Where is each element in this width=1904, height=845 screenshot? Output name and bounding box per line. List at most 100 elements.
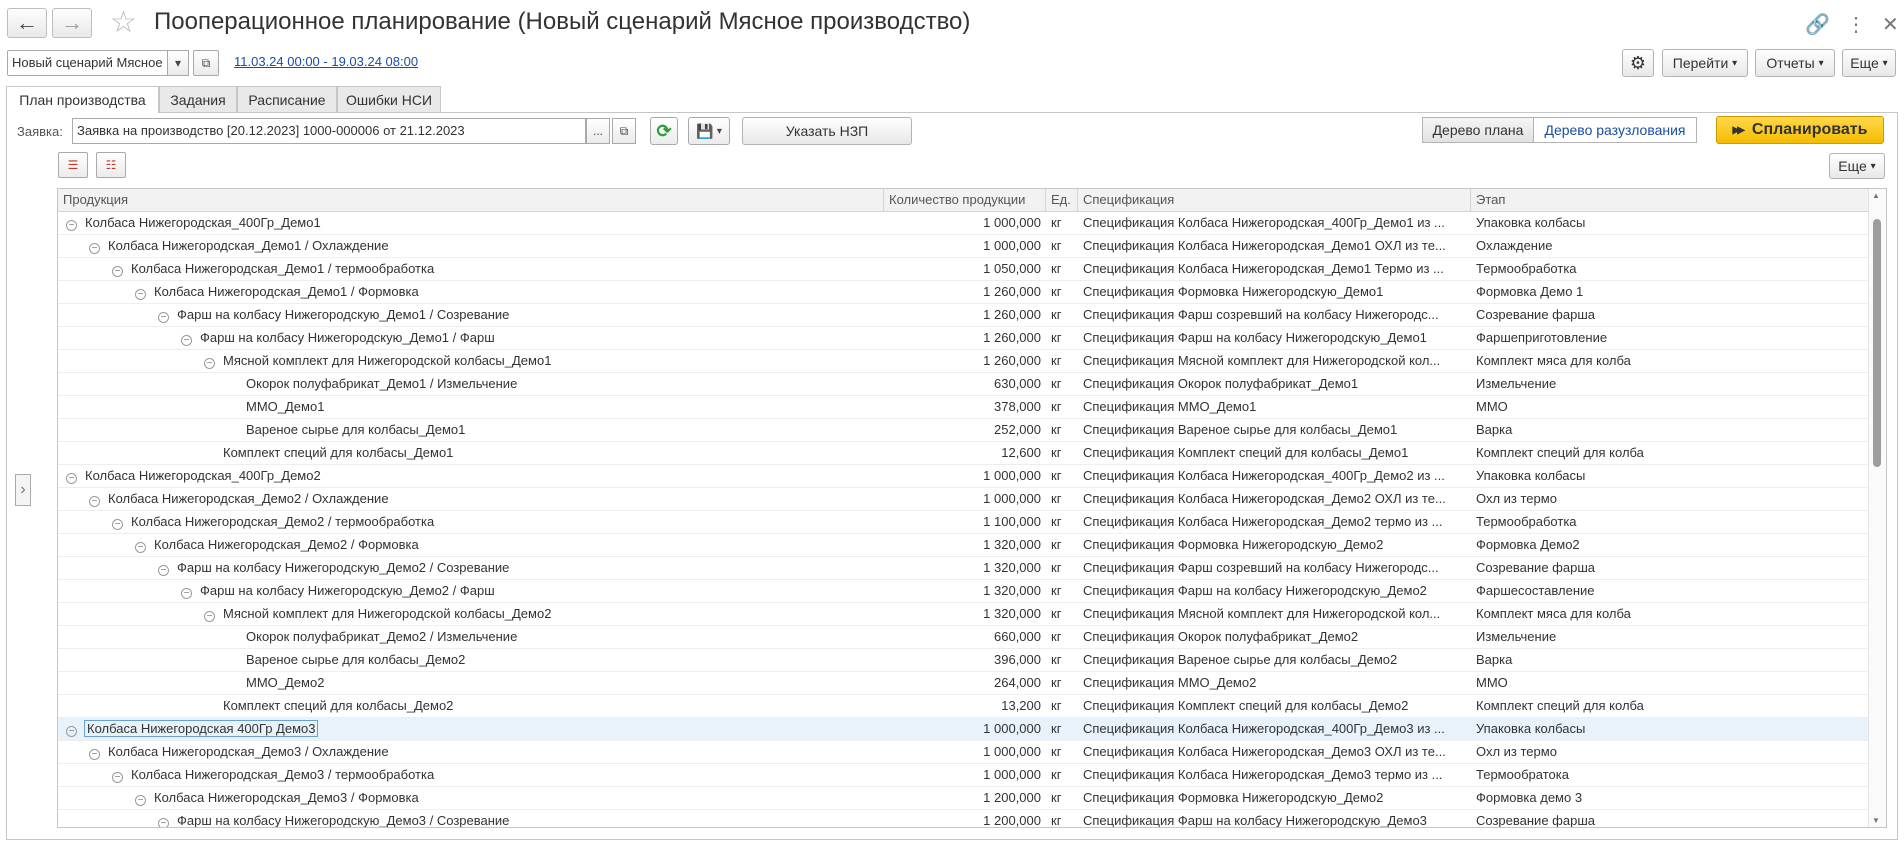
save-menu-button[interactable]: 💾 ▾ <box>688 117 730 145</box>
collapse-node-icon[interactable]: − <box>112 772 123 783</box>
table-row[interactable]: ММО_Демо1 378,000 кг Спецификация ММО_Демо1… <box>58 396 1870 419</box>
cell-stage[interactable]: Формовка Демо 1 <box>1471 281 1870 303</box>
cell-unit[interactable]: кг <box>1046 350 1078 372</box>
cell-product[interactable]: Вареное сырье для колбасы_Демо2 <box>58 649 884 671</box>
collapse-node-icon[interactable]: − <box>89 243 100 254</box>
collapse-node-icon[interactable]: − <box>158 565 169 576</box>
table-row[interactable]: Вареное сырье для колбасы_Демо1 252,000 кг… <box>58 419 1870 442</box>
table-row[interactable]: − Колбаса Нижегородская_400Гр_Демо1 1 000,… <box>58 212 1870 235</box>
cell-quantity[interactable]: 1 260,000 <box>884 304 1046 326</box>
cell-stage[interactable]: Фаршесоставление <box>1471 580 1870 602</box>
table-row[interactable]: − Колбаса Нижегородская_400Гр_Демо2 1 000,… <box>58 465 1870 488</box>
cell-stage[interactable]: Охл из термо <box>1471 741 1870 763</box>
cell-specification[interactable]: Спецификация Колбаса Нижегородская_Демо2… <box>1078 488 1471 510</box>
cell-stage[interactable]: Варка <box>1471 419 1870 441</box>
table-row[interactable]: − Колбаса Нижегородская 400Гр Демо3 1 000,… <box>58 718 1870 741</box>
cell-product[interactable]: − Колбаса Нижегородская_Демо3 / термообра… <box>58 764 884 786</box>
vertical-scrollbar[interactable]: ▲ ▼ <box>1868 189 1886 827</box>
cell-unit[interactable]: кг <box>1046 511 1078 533</box>
cell-stage[interactable]: Комплект мяса для колба <box>1471 603 1870 625</box>
cell-quantity[interactable]: 12,600 <box>884 442 1046 464</box>
table-row[interactable]: − Колбаса Нижегородская_Демо2 / Формовка 1… <box>58 534 1870 557</box>
cell-stage[interactable]: Комплект специй для колба <box>1471 695 1870 717</box>
cell-unit[interactable]: кг <box>1046 281 1078 303</box>
table-row[interactable]: − Фарш на колбасу Нижегородскую_Демо2 / Ф… <box>58 580 1870 603</box>
cell-stage[interactable]: Измельчение <box>1471 626 1870 648</box>
cell-specification[interactable]: Спецификация ММО_Демо1 <box>1078 396 1471 418</box>
cell-unit[interactable]: кг <box>1046 235 1078 257</box>
cell-product[interactable]: − Фарш на колбасу Нижегородскую_Демо1 / Ф… <box>58 327 884 349</box>
table-row[interactable]: − Колбаса Нижегородская_Демо1 / Охлаждени… <box>58 235 1870 258</box>
cell-product[interactable]: − Колбаса Нижегородская_Демо2 / Формовка <box>58 534 884 556</box>
collapse-node-icon[interactable]: − <box>181 335 192 346</box>
table-more-button[interactable]: Еще ▾ <box>1829 153 1885 179</box>
cell-quantity[interactable]: 378,000 <box>884 396 1046 418</box>
cell-stage[interactable]: Созревание фарша <box>1471 810 1870 827</box>
goto-menu-button[interactable]: Перейти ▾ <box>1662 49 1748 77</box>
cell-specification[interactable]: Спецификация Фарш созревший на колбасу Н… <box>1078 304 1471 326</box>
table-row[interactable]: − Колбаса Нижегородская_Демо2 / термообра… <box>58 511 1870 534</box>
cell-quantity[interactable]: 1 100,000 <box>884 511 1046 533</box>
cell-specification[interactable]: Спецификация Формовка Нижегородскую_Демо… <box>1078 534 1471 556</box>
cell-specification[interactable]: Спецификация Колбаса Нижегородская_400Гр… <box>1078 718 1471 740</box>
cell-quantity[interactable]: 1 200,000 <box>884 810 1046 827</box>
cell-product[interactable]: − Колбаса Нижегородская_Демо3 / Охлаждени… <box>58 741 884 763</box>
cell-quantity[interactable]: 1 000,000 <box>884 235 1046 257</box>
cell-specification[interactable]: Спецификация Колбаса Нижегородская_Демо1… <box>1078 235 1471 257</box>
reports-menu-button[interactable]: Отчеты ▾ <box>1755 49 1835 77</box>
cell-unit[interactable]: кг <box>1046 419 1078 441</box>
cell-product[interactable]: − Колбаса Нижегородская_Демо1 / термообра… <box>58 258 884 280</box>
column-header-stage[interactable]: Этап <box>1471 189 1870 211</box>
cell-quantity[interactable]: 630,000 <box>884 373 1046 395</box>
cell-unit[interactable]: кг <box>1046 695 1078 717</box>
cell-unit[interactable]: кг <box>1046 212 1078 234</box>
cell-product[interactable]: − Мясной комплект для Нижегородской колба… <box>58 603 884 625</box>
cell-product[interactable]: Вареное сырье для колбасы_Демо1 <box>58 419 884 441</box>
scenario-field[interactable]: Новый сценарий Мясное производство <box>7 50 187 76</box>
cell-product[interactable]: − Колбаса Нижегородская 400Гр Демо3 <box>58 718 884 740</box>
table-row[interactable]: Комплект специй для колбасы_Демо1 12,600 к… <box>58 442 1870 465</box>
cell-product[interactable]: − Мясной комплект для Нижегородской колба… <box>58 350 884 372</box>
cell-product[interactable]: − Колбаса Нижегородская_Демо1 / Охлаждени… <box>58 235 884 257</box>
table-row[interactable]: − Колбаса Нижегородская_Демо3 / термообра… <box>58 764 1870 787</box>
cell-unit[interactable]: кг <box>1046 557 1078 579</box>
cell-product[interactable]: − Колбаса Нижегородская_400Гр_Демо2 <box>58 465 884 487</box>
cell-unit[interactable]: кг <box>1046 718 1078 740</box>
cell-quantity[interactable]: 1 320,000 <box>884 603 1046 625</box>
cell-quantity[interactable]: 1 000,000 <box>884 488 1046 510</box>
cell-stage[interactable]: Измельчение <box>1471 373 1870 395</box>
cell-stage[interactable]: Созревание фарша <box>1471 557 1870 579</box>
collapse-node-icon[interactable]: − <box>112 266 123 277</box>
forward-button[interactable]: → <box>52 8 92 38</box>
table-row[interactable]: − Фарш на колбасу Нижегородскую_Демо3 / С… <box>58 810 1870 827</box>
cell-unit[interactable]: кг <box>1046 258 1078 280</box>
cell-quantity[interactable]: 1 000,000 <box>884 741 1046 763</box>
cell-quantity[interactable]: 1 320,000 <box>884 580 1046 602</box>
cell-specification[interactable]: Спецификация Вареное сырье для колбасы_Д… <box>1078 419 1471 441</box>
link-icon[interactable]: 🔗 <box>1805 12 1830 37</box>
cell-unit[interactable]: кг <box>1046 649 1078 671</box>
cell-unit[interactable]: кг <box>1046 465 1078 487</box>
cell-quantity[interactable]: 660,000 <box>884 626 1046 648</box>
cell-unit[interactable]: кг <box>1046 810 1078 827</box>
cell-unit[interactable]: кг <box>1046 327 1078 349</box>
cell-quantity[interactable]: 252,000 <box>884 419 1046 441</box>
period-link[interactable]: 11.03.24 00:00 - 19.03.24 08:00 <box>234 54 418 69</box>
cell-unit[interactable]: кг <box>1046 787 1078 809</box>
cell-specification[interactable]: Спецификация Комплект специй для колбасы… <box>1078 442 1471 464</box>
cell-product[interactable]: ММО_Демо1 <box>58 396 884 418</box>
expand-all-button[interactable]: ☰ <box>58 152 88 178</box>
cell-stage[interactable]: Термообработка <box>1471 258 1870 280</box>
cell-specification[interactable]: Спецификация Формовка Нижегородскую_Демо… <box>1078 787 1471 809</box>
collapse-node-icon[interactable]: − <box>204 358 215 369</box>
cell-stage[interactable]: Комплект специй для колба <box>1471 442 1870 464</box>
favorite-star-icon[interactable]: ☆ <box>110 7 137 39</box>
collapse-node-icon[interactable]: − <box>158 312 169 323</box>
column-header-quantity[interactable]: Количество продукции <box>884 189 1046 211</box>
specify-wip-button[interactable]: Указать НЗП <box>742 117 912 145</box>
column-header-unit[interactable]: Ед. <box>1046 189 1078 211</box>
tab-schedule[interactable]: Расписание <box>237 86 337 112</box>
table-row[interactable]: − Колбаса Нижегородская_Демо1 / термообра… <box>58 258 1870 281</box>
cell-quantity[interactable]: 1 260,000 <box>884 281 1046 303</box>
collapse-node-icon[interactable]: − <box>112 519 123 530</box>
